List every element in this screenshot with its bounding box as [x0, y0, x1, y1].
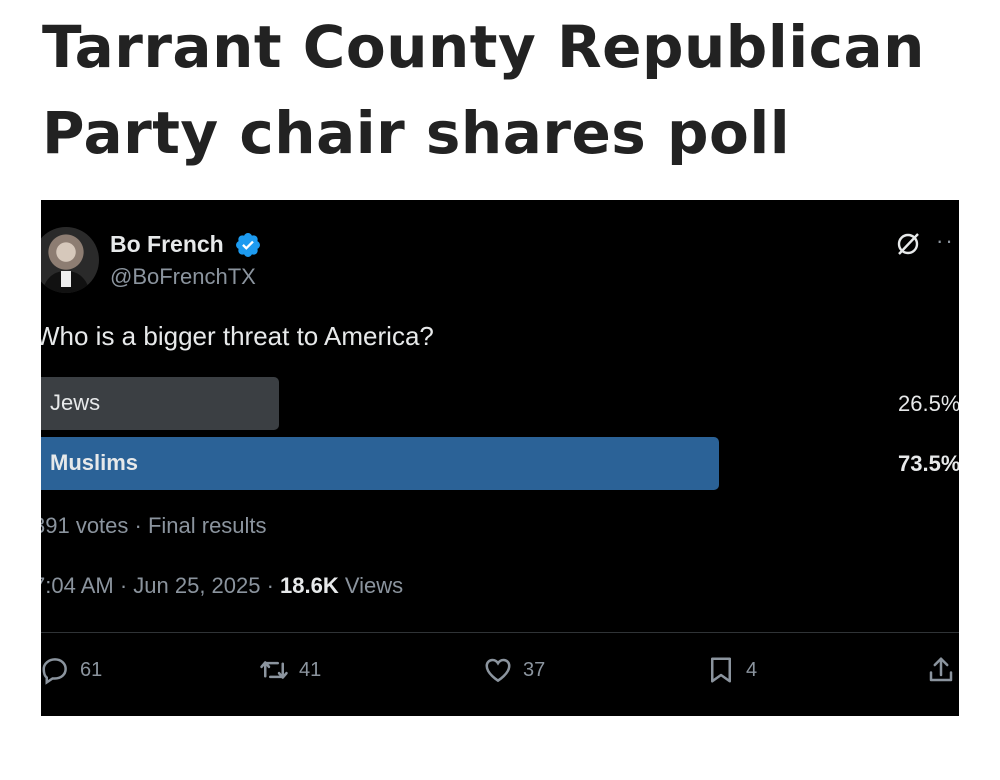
avatar[interactable]	[41, 227, 99, 293]
poll-option-label: Jews	[50, 390, 101, 415]
bookmark-icon	[711, 657, 731, 683]
like-icon	[485, 658, 511, 683]
views-count: 18.6K	[280, 573, 339, 598]
like-count: 37	[523, 659, 546, 681]
author-name[interactable]: Bo French	[110, 231, 224, 258]
poll-option-percent: 26.5%	[898, 391, 959, 416]
reply-count: 61	[80, 659, 103, 681]
article-headline: Tarrant County Republican Party chair sh…	[42, 13, 925, 167]
verified-badge-icon	[236, 233, 260, 257]
poll-option-label: Muslims	[50, 450, 139, 475]
poll-question: Who is a bigger threat to America?	[41, 321, 434, 351]
views-label: Views	[338, 573, 404, 598]
grok-icon[interactable]	[894, 230, 922, 258]
avatar-collar	[61, 271, 71, 287]
tweet-meta: 7:04 AM · Jun 25, 2025 · 18.6K Views	[41, 573, 403, 599]
repost-count: 41	[299, 659, 322, 681]
share-icon	[929, 657, 953, 682]
more-options-icon[interactable]: ··	[936, 228, 955, 254]
poll-option-percent: 73.5%	[898, 451, 959, 476]
bookmark-count: 4	[746, 659, 758, 681]
reply-icon	[42, 658, 67, 685]
poll-bar-muslims	[41, 437, 719, 490]
tweet-screenshot: Bo French @BoFrenchTX ·· Who is a bigger…	[41, 200, 959, 716]
author-handle[interactable]: @BoFrenchTX	[110, 264, 256, 290]
poll-votes-summary: 391 votes · Final results	[41, 513, 267, 538]
repost-icon	[260, 661, 288, 679]
tweet-timestamp[interactable]: 7:04 AM · Jun 25, 2025 ·	[41, 573, 280, 598]
divider	[41, 632, 959, 633]
